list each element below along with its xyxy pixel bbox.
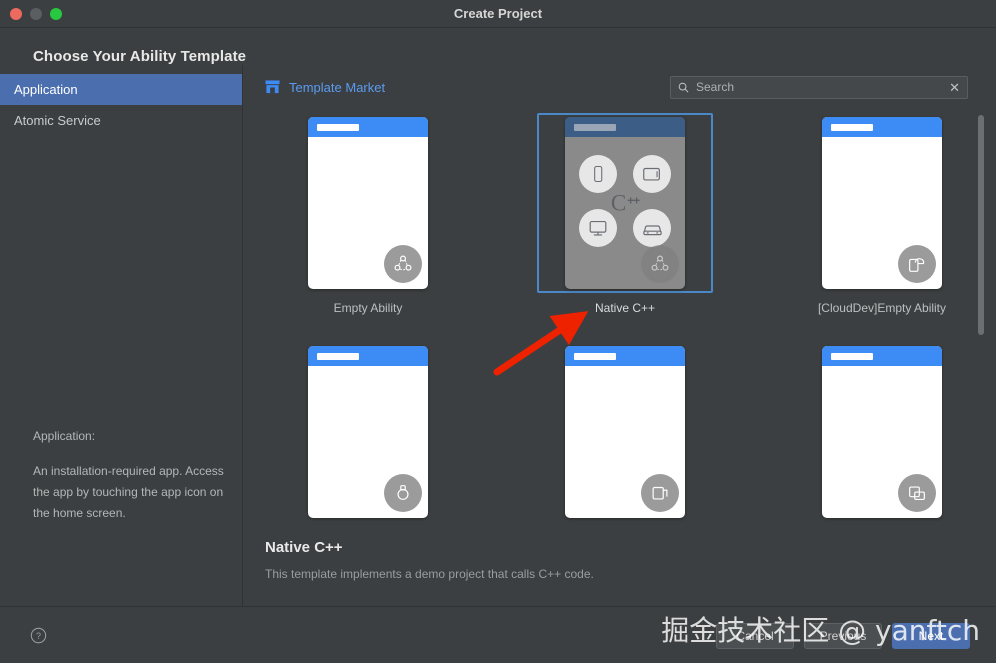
template-card-row2-1[interactable]: [265, 342, 471, 530]
vertical-scrollbar[interactable]: [978, 115, 984, 335]
thumbnail-appbar: [308, 117, 428, 137]
zoom-button[interactable]: [50, 7, 62, 20]
sidebar-item-label: Atomic Service: [14, 113, 101, 128]
template-card-row2-3[interactable]: [779, 342, 985, 530]
template-card-frame: [280, 342, 456, 522]
svg-text:?: ?: [36, 631, 41, 641]
template-thumbnail: C ++: [565, 117, 685, 289]
footer-buttons: Cancel Previous Next: [716, 622, 970, 649]
template-card-clouddev-empty-ability[interactable]: [CloudDev]Empty Ability: [779, 113, 985, 315]
multi-window-icon: [898, 474, 936, 512]
template-card-label: Native C++: [594, 301, 656, 315]
template-card-native-cpp[interactable]: C ++ Native C++: [522, 113, 728, 315]
template-thumbnail: [822, 117, 942, 289]
template-detail-title: Native C++: [265, 539, 343, 556]
ability-network-icon: [384, 245, 422, 283]
template-detail: Native C++ This template implements a de…: [243, 530, 996, 606]
sidebar-description-label: Application:: [33, 429, 96, 443]
template-card-frame: [794, 342, 970, 522]
cloud-ability-icon: [898, 245, 936, 283]
template-card-label: [CloudDev]Empty Ability: [817, 301, 947, 315]
template-card-frame: [280, 113, 456, 293]
template-thumbnail: [308, 346, 428, 518]
template-card-empty-ability[interactable]: Empty Ability: [265, 113, 471, 315]
window-controls: [0, 7, 62, 20]
template-card-row2-2[interactable]: [522, 342, 728, 530]
thumbnail-appbar: [565, 346, 685, 366]
window-titlebar: Create Project: [0, 0, 996, 28]
clear-icon[interactable]: ✕: [949, 81, 960, 94]
sidebar-list: Application Atomic Service: [0, 65, 242, 136]
minimize-button[interactable]: [30, 7, 42, 20]
template-card-frame: [794, 113, 970, 293]
search-input[interactable]: [696, 80, 943, 94]
template-detail-description: This template implements a demo project …: [265, 567, 594, 581]
main-panel: Template Market ✕: [243, 65, 996, 606]
blank-icon: [641, 474, 679, 512]
thumbnail-appbar: [822, 346, 942, 366]
main-toolbar: Template Market ✕: [243, 65, 996, 109]
search-box[interactable]: ✕: [670, 75, 968, 99]
window-title: Create Project: [453, 6, 543, 21]
template-grid-scroll: Empty Ability C ++ Native C++ [CloudDev]…: [243, 109, 996, 530]
thumbnail-appbar: [822, 117, 942, 137]
sidebar-description: Application: An installation-required ap…: [33, 426, 224, 524]
dialog-content: Application Atomic Service Application: …: [0, 65, 996, 606]
thumbnail-appbar: [308, 346, 428, 366]
help-icon[interactable]: ?: [30, 627, 47, 644]
store-icon: [265, 80, 280, 94]
car-icon: [633, 209, 671, 247]
next-button[interactable]: Next: [892, 622, 970, 649]
close-button[interactable]: [10, 7, 22, 20]
template-market-link[interactable]: Template Market: [265, 80, 385, 95]
tv-icon: [579, 209, 617, 247]
watch-icon: [384, 474, 422, 512]
template-thumbnail: [308, 117, 428, 289]
cancel-button[interactable]: Cancel: [716, 622, 794, 649]
template-thumbnail: [822, 346, 942, 518]
template-card-frame: [537, 342, 713, 522]
search-icon: [678, 82, 689, 92]
sidebar-description-text: An installation-required app. Access the…: [33, 464, 224, 520]
phone-icon: [579, 155, 617, 193]
previous-button[interactable]: Previous: [804, 622, 882, 649]
template-thumbnail: [565, 346, 685, 518]
template-card-frame: C ++: [537, 113, 713, 293]
ability-network-icon: [641, 245, 679, 283]
sidebar-item-atomic-service[interactable]: Atomic Service: [0, 105, 242, 136]
template-market-label: Template Market: [289, 79, 386, 95]
dialog-footer: ? Cancel Previous Next: [0, 606, 996, 663]
thumbnail-appbar: [565, 117, 685, 137]
template-grid: Empty Ability C ++ Native C++ [CloudDev]…: [265, 109, 996, 530]
sidebar: Application Atomic Service Application: …: [0, 65, 243, 606]
template-card-label: Empty Ability: [333, 301, 403, 315]
create-project-window: Create Project Choose Your Ability Templ…: [0, 0, 996, 663]
sidebar-item-application[interactable]: Application: [0, 74, 242, 105]
dialog-body: Choose Your Ability Template Application…: [0, 28, 996, 663]
page-title: Choose Your Ability Template: [33, 48, 247, 65]
tablet-icon: [633, 155, 671, 193]
sidebar-item-label: Application: [14, 82, 78, 97]
